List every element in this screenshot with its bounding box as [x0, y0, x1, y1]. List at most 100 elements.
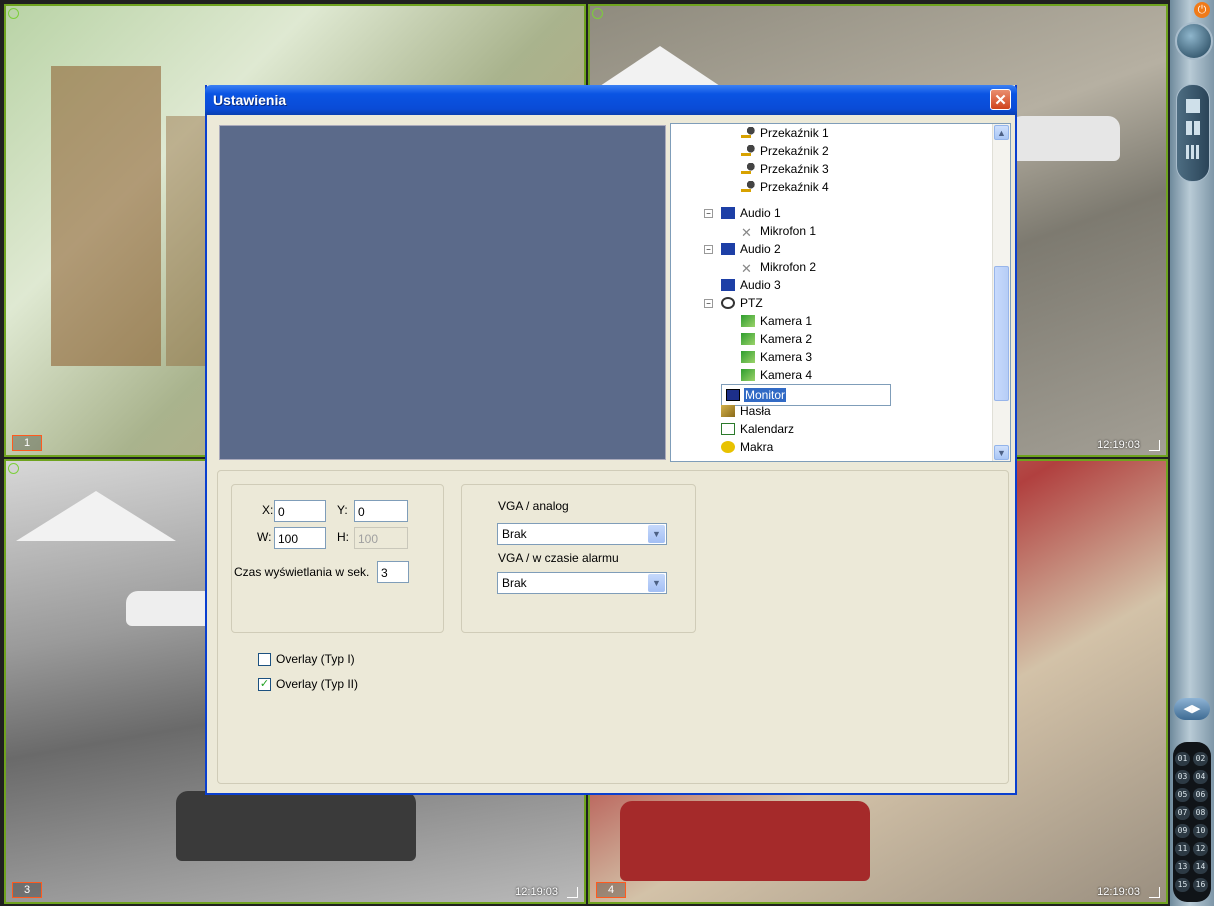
tree-item-ptz-camera-4[interactable]: Kamera 4 — [741, 366, 813, 384]
car-image — [1010, 116, 1120, 161]
channel-button[interactable]: 10 — [1193, 824, 1208, 838]
channel-button[interactable]: 01 — [1175, 752, 1190, 766]
ptz-icon — [721, 297, 735, 309]
overlay-type2-label: Overlay (Typ II) — [276, 677, 359, 691]
expand-toggle[interactable]: − — [704, 245, 713, 254]
channel-button[interactable]: 16 — [1193, 878, 1208, 892]
tree-item-relay-2[interactable]: Przekaźnik 2 — [741, 142, 830, 160]
resize-corner-icon[interactable] — [567, 887, 578, 898]
layout-selector[interactable] — [1176, 84, 1210, 182]
h-field: 100 — [354, 527, 408, 549]
dialog-title: Ustawienia — [213, 92, 287, 108]
camera-status-dot — [8, 8, 19, 19]
camera-timestamp: 12:19:03 — [1097, 439, 1140, 451]
channel-grid: 01 02 03 04 05 06 07 08 09 10 11 12 13 1… — [1173, 742, 1211, 902]
tree-item-ptz-camera-2[interactable]: Kamera 2 — [741, 330, 813, 348]
tree-item-ptz-camera-1[interactable]: Kamera 1 — [741, 312, 813, 330]
settings-tree[interactable]: Przekaźnik 1 Przekaźnik 2 Przekaźnik 3 P… — [670, 123, 1011, 462]
tree-item-macros[interactable]: Makra — [721, 438, 774, 456]
chevron-down-icon[interactable]: ▼ — [648, 525, 665, 543]
layout-2x2-icon[interactable] — [1186, 121, 1200, 135]
channel-button[interactable]: 02 — [1193, 752, 1208, 766]
power-icon[interactable]: ⏻ — [1194, 2, 1210, 18]
monitor-settings-panel: X: 0 Y: 0 W: 100 H: 100 Czas wyświetlani… — [217, 470, 1009, 784]
channel-button[interactable]: 09 — [1175, 824, 1190, 838]
calendar-icon — [721, 423, 735, 435]
w-label: W: — [257, 530, 272, 544]
scroll-down-icon[interactable]: ▼ — [994, 445, 1009, 460]
audio-card-icon — [721, 243, 735, 255]
tree-scrollbar[interactable]: ▲ ▼ — [992, 124, 1010, 461]
tree-item-microphone-1[interactable]: ✕ Mikrofon 1 — [741, 222, 817, 240]
shelf-image — [51, 66, 161, 366]
channel-button[interactable]: 11 — [1175, 842, 1190, 856]
h-label: H: — [337, 530, 349, 544]
car-image — [176, 791, 416, 861]
channel-button[interactable]: 07 — [1175, 806, 1190, 820]
vga-analog-value: Brak — [502, 527, 527, 541]
ptz-camera-icon — [741, 315, 755, 327]
expand-toggle[interactable]: − — [704, 299, 713, 308]
ptz-camera-icon — [741, 333, 755, 345]
channel-button[interactable]: 04 — [1193, 770, 1208, 784]
tree-item-relay-1[interactable]: Przekaźnik 1 — [741, 124, 830, 142]
relay-icon — [741, 163, 755, 175]
channel-button[interactable]: 15 — [1175, 878, 1190, 892]
relay-icon — [741, 127, 755, 139]
tree-item-audio-3[interactable]: Audio 3 — [721, 276, 782, 294]
overlay-type1-checkbox[interactable] — [258, 653, 271, 666]
camera-number[interactable]: 3 — [12, 882, 42, 898]
car-image — [126, 591, 216, 626]
layout-4x4-icon[interactable] — [1186, 145, 1200, 159]
w-field[interactable]: 100 — [274, 527, 326, 549]
y-field[interactable]: 0 — [354, 500, 408, 522]
vga-group: VGA / analog Brak ▼ VGA / w czasie alarmu… — [461, 484, 696, 633]
tree-item-passwords[interactable]: Hasła — [721, 402, 772, 420]
scroll-thumb[interactable] — [994, 266, 1009, 401]
channel-button[interactable]: 14 — [1193, 860, 1208, 874]
display-time-field[interactable]: 3 — [377, 561, 409, 583]
overlay-type2-checkbox[interactable]: ✓ — [258, 678, 271, 691]
vga-alarm-select[interactable]: Brak ▼ — [497, 572, 667, 594]
channel-button[interactable]: 03 — [1175, 770, 1190, 784]
scroll-up-icon[interactable]: ▲ — [994, 125, 1009, 140]
camera-number[interactable]: 1 — [12, 435, 42, 451]
tree-item-relay-4[interactable]: Przekaźnik 4 — [741, 178, 830, 196]
layout-1x1-icon[interactable] — [1186, 99, 1200, 113]
vga-analog-label: VGA / analog — [498, 499, 569, 513]
position-group: X: 0 Y: 0 W: 100 H: 100 Czas wyświetlani… — [231, 484, 444, 633]
camera-status-dot — [8, 463, 19, 474]
resize-corner-icon[interactable] — [1149, 440, 1160, 451]
audio-card-icon — [721, 279, 735, 291]
shelf-image — [166, 116, 206, 366]
channel-button[interactable]: 08 — [1193, 806, 1208, 820]
tree-item-calendar[interactable]: Kalendarz — [721, 420, 795, 438]
channel-button[interactable]: 12 — [1193, 842, 1208, 856]
ptz-camera-icon — [741, 351, 755, 363]
page-arrows[interactable]: ◀▶ — [1174, 698, 1210, 720]
tree-item-ptz-camera-3[interactable]: Kamera 3 — [741, 348, 813, 366]
channel-button[interactable]: 13 — [1175, 860, 1190, 874]
tree-item-audio-1[interactable]: Audio 1 — [721, 204, 782, 222]
x-field[interactable]: 0 — [274, 500, 326, 522]
channel-button[interactable]: 05 — [1175, 788, 1190, 802]
ptz-camera-icon — [741, 369, 755, 381]
chevron-down-icon[interactable]: ▼ — [648, 574, 665, 592]
control-sidebar: ⏻ ◀▶ 01 02 03 04 05 06 07 08 09 10 11 12… — [1170, 0, 1214, 906]
resize-corner-icon[interactable] — [1149, 887, 1160, 898]
microphone-off-icon: ✕ — [741, 225, 752, 240]
tree-item-ptz[interactable]: PTZ — [721, 294, 764, 312]
dialog-titlebar[interactable]: Ustawienia ✕ — [205, 85, 1017, 115]
camera-number[interactable]: 4 — [596, 882, 626, 898]
camera-timestamp: 12:19:03 — [515, 886, 558, 898]
main-menu-button[interactable] — [1175, 22, 1213, 60]
tree-item-audio-2[interactable]: Audio 2 — [721, 240, 782, 258]
relay-icon — [741, 181, 755, 193]
channel-button[interactable]: 06 — [1193, 788, 1208, 802]
vga-analog-select[interactable]: Brak ▼ — [497, 523, 667, 545]
close-button[interactable]: ✕ — [990, 89, 1011, 110]
tree-item-microphone-2[interactable]: ✕ Mikrofon 2 — [741, 258, 817, 276]
monitor-icon — [726, 389, 740, 401]
expand-toggle[interactable]: − — [704, 209, 713, 218]
tree-item-relay-3[interactable]: Przekaźnik 3 — [741, 160, 830, 178]
